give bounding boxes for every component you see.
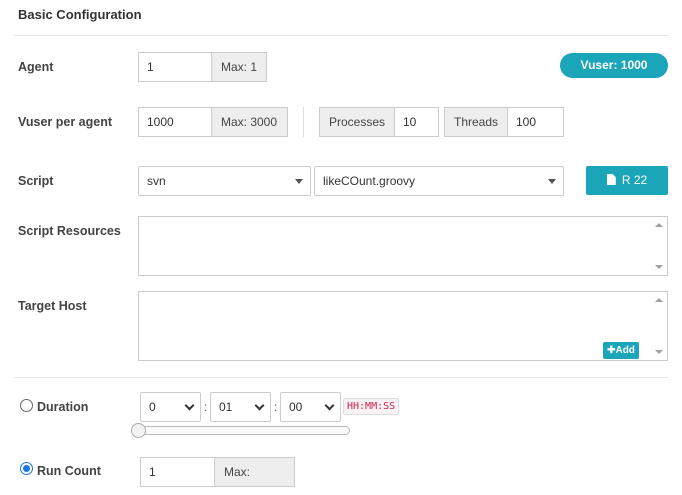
agent-max-addon: Max: 1 [211, 52, 267, 82]
duration-label: Duration [37, 400, 89, 414]
script-resources-textarea[interactable] [138, 216, 668, 276]
target-host-textarea[interactable] [138, 291, 668, 361]
threads-input[interactable]: 100 [507, 107, 564, 137]
scroll-up-icon[interactable] [655, 298, 663, 302]
chevron-down-icon [254, 400, 265, 411]
chevron-down-icon [324, 400, 335, 411]
duration-minutes-value: 01 [219, 400, 233, 414]
scroll-up-icon[interactable] [655, 223, 663, 227]
dropdown-caret-icon [548, 179, 556, 184]
script-file-value: likeCOunt.groovy [323, 174, 416, 188]
vuser-per-agent-label: Vuser per agent [18, 115, 113, 129]
run-count-max-addon: Max: 10000 [214, 457, 295, 495]
run-count-radio[interactable] [20, 462, 33, 475]
scrollbar[interactable] [651, 217, 667, 275]
duration-hours-value: 0 [149, 400, 156, 414]
script-repo-select[interactable]: svn [138, 166, 311, 196]
script-resources-label: Script Resources [18, 224, 121, 238]
agent-label: Agent [18, 60, 54, 74]
duration-radio[interactable] [20, 399, 33, 412]
run-count-label: Run Count [37, 464, 101, 478]
section-divider [14, 35, 668, 36]
duration-slider-handle[interactable] [131, 423, 146, 438]
scroll-down-icon[interactable] [655, 265, 663, 269]
row-divider [303, 107, 304, 137]
vuser-per-agent-input[interactable]: 1000 [138, 107, 212, 137]
processes-input[interactable]: 10 [394, 107, 439, 137]
duration-format-hint: HH:MM:SS [343, 398, 400, 415]
duration-seconds-select[interactable]: 00 [280, 392, 341, 422]
script-revision-button[interactable]: R 22 [586, 166, 668, 195]
scroll-down-icon[interactable] [655, 350, 663, 354]
processes-addon: Processes [319, 107, 395, 137]
target-host-label: Target Host [18, 299, 87, 313]
script-label: Script [18, 174, 54, 188]
vuser-max-addon: Max: 3000 [211, 107, 288, 137]
vuser-badge: Vuser: 1000 [560, 53, 668, 78]
file-icon [606, 174, 616, 185]
duration-slider-track[interactable] [138, 426, 350, 435]
time-separator: : [204, 400, 208, 414]
script-revision-label: R 22 [621, 173, 648, 187]
agent-input[interactable]: 1 [138, 52, 212, 82]
section-divider [14, 377, 668, 378]
script-repo-value: svn [147, 174, 166, 188]
script-file-select[interactable]: likeCOunt.groovy [314, 166, 564, 196]
add-host-label: Add [615, 345, 635, 356]
time-separator: : [274, 400, 278, 414]
duration-seconds-value: 00 [289, 400, 303, 414]
add-host-button[interactable]: ✚Add [603, 342, 639, 359]
chevron-down-icon [184, 400, 195, 411]
section-title: Basic Configuration [18, 7, 142, 22]
threads-addon: Threads [444, 107, 508, 137]
scrollbar[interactable] [651, 292, 667, 360]
run-count-input[interactable]: 1 [140, 457, 215, 487]
duration-minutes-select[interactable]: 01 [210, 392, 271, 422]
duration-hours-select[interactable]: 0 [140, 392, 201, 422]
dropdown-caret-icon [295, 179, 303, 184]
